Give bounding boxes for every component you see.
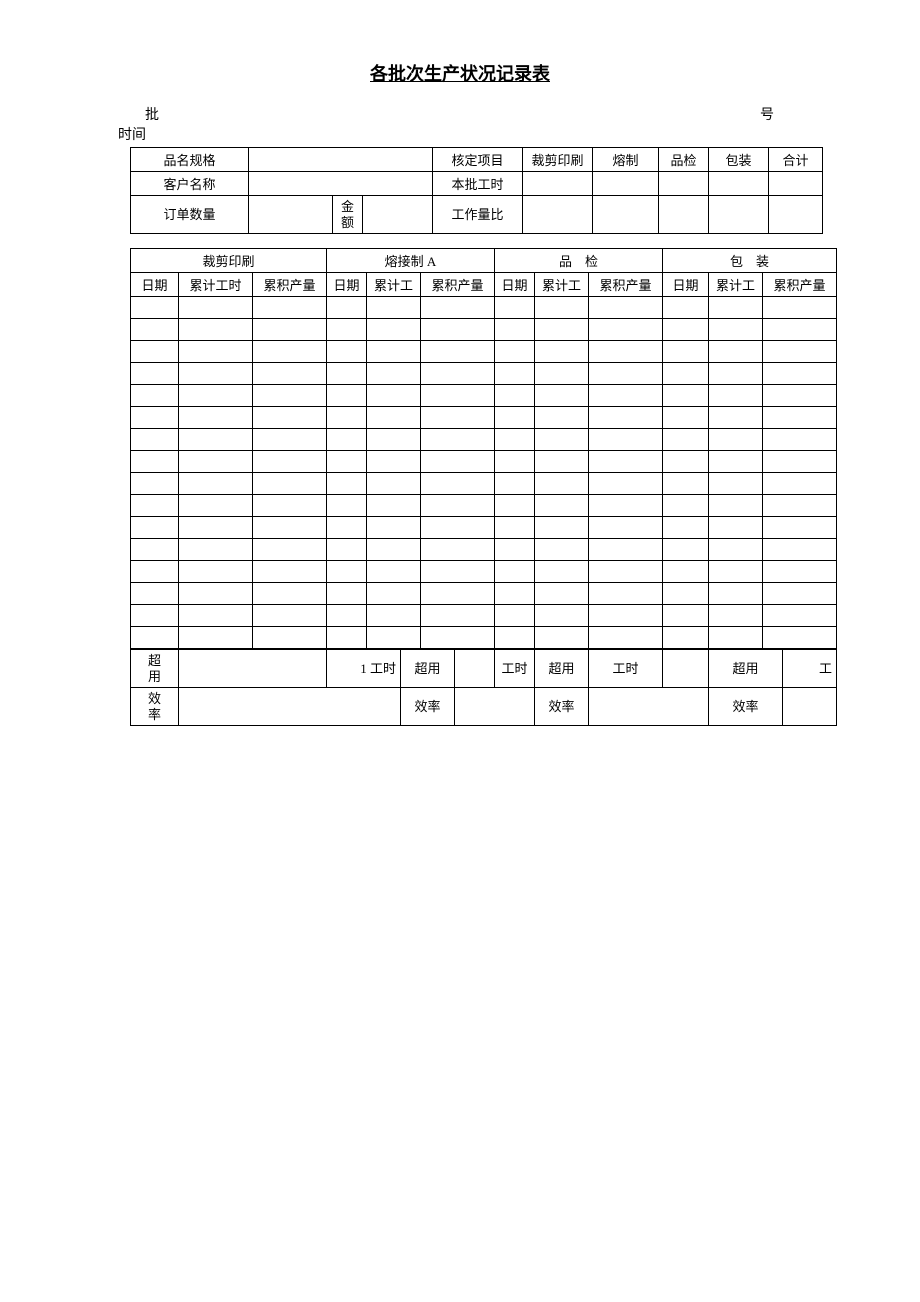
table-row	[131, 429, 837, 451]
col-acc-hours: 累计工时	[179, 273, 253, 297]
cell	[769, 196, 823, 234]
foot-eff2: 效率	[401, 688, 455, 726]
hdr-work-ratio: 工作量比	[433, 196, 523, 234]
col-date: 日期	[131, 273, 179, 297]
table-row	[131, 473, 837, 495]
hdr-cutprint: 裁剪印刷	[523, 148, 593, 172]
cell	[769, 172, 823, 196]
foot-hours-1: 1 工时	[327, 650, 401, 688]
table-row	[131, 517, 837, 539]
hdr-total: 合计	[769, 148, 823, 172]
table-row	[131, 363, 837, 385]
table-row	[131, 451, 837, 473]
foot-hours2: 工时	[495, 650, 535, 688]
table-row	[131, 605, 837, 627]
header-table: 品名规格 核定项目 裁剪印刷 熔制 品检 包装 合计 客户名称 本批工时 订单数…	[130, 147, 823, 234]
table-row	[131, 495, 837, 517]
cell	[249, 148, 433, 172]
table-row	[131, 341, 837, 363]
foot-eff: 效率	[131, 688, 179, 726]
grp-qc: 品 检	[495, 249, 663, 273]
hdr-amount: 金额	[333, 196, 363, 234]
foot-overuse2: 超用	[401, 650, 455, 688]
number-label: 号	[760, 106, 880, 126]
foot-hours4: 工	[783, 650, 837, 688]
cell	[249, 196, 333, 234]
col-acc-hours: 累计工	[535, 273, 589, 297]
col-acc-qty: 累积产量	[421, 273, 495, 297]
col-acc-qty: 累积产量	[253, 273, 327, 297]
col-acc-qty: 累积产量	[589, 273, 663, 297]
table-row	[131, 385, 837, 407]
cell	[179, 650, 327, 688]
col-acc-qty: 累积产量	[763, 273, 837, 297]
col-acc-hours: 累计工	[367, 273, 421, 297]
cell	[523, 172, 593, 196]
table-row	[131, 319, 837, 341]
foot-eff3: 效率	[535, 688, 589, 726]
grp-weld-a: 熔接制 A	[327, 249, 495, 273]
time-label: 时间	[0, 126, 920, 146]
cell	[663, 650, 709, 688]
cell	[783, 688, 837, 726]
hdr-melt: 熔制	[593, 148, 659, 172]
foot-overuse4: 超用	[709, 650, 783, 688]
cell	[709, 172, 769, 196]
foot-overuse: 超用	[131, 650, 179, 688]
col-acc-hours: 累计工	[709, 273, 763, 297]
col-date: 日期	[663, 273, 709, 297]
table-row	[131, 561, 837, 583]
hdr-customer: 客户名称	[131, 172, 249, 196]
cell	[659, 172, 709, 196]
grp-pack: 包 装	[663, 249, 837, 273]
hdr-spec: 品名规格	[131, 148, 249, 172]
hdr-batch-hours: 本批工时	[433, 172, 523, 196]
col-date: 日期	[495, 273, 535, 297]
table-row	[131, 539, 837, 561]
hdr-approved: 核定项目	[433, 148, 523, 172]
page-title: 各批次生产状况记录表	[0, 60, 920, 86]
foot-eff4: 效率	[709, 688, 783, 726]
table-row	[131, 583, 837, 605]
grp-cutprint: 裁剪印刷	[131, 249, 327, 273]
cell	[659, 196, 709, 234]
table-row	[131, 407, 837, 429]
foot-hours3: 工时	[589, 650, 663, 688]
cell	[249, 172, 433, 196]
hdr-pack: 包装	[709, 148, 769, 172]
data-table: 裁剪印刷 熔接制 A 品 检 包 装 日期 累计工时 累积产量 日期 累计工 累…	[130, 248, 837, 649]
cell	[455, 650, 495, 688]
batch-label: 批	[145, 106, 760, 126]
hdr-order-qty: 订单数量	[131, 196, 249, 234]
footer-table: 超用 1 工时 超用 工时 超用 工时 超用 工 效率 效率 效率 效率	[130, 649, 837, 726]
cell	[455, 688, 535, 726]
table-row	[131, 297, 837, 319]
cell	[593, 196, 659, 234]
cell	[363, 196, 433, 234]
cell	[593, 172, 659, 196]
cell	[589, 688, 709, 726]
cell	[523, 196, 593, 234]
cell	[709, 196, 769, 234]
foot-overuse3: 超用	[535, 650, 589, 688]
hdr-qc: 品检	[659, 148, 709, 172]
table-row	[131, 627, 837, 649]
cell	[179, 688, 401, 726]
col-date: 日期	[327, 273, 367, 297]
